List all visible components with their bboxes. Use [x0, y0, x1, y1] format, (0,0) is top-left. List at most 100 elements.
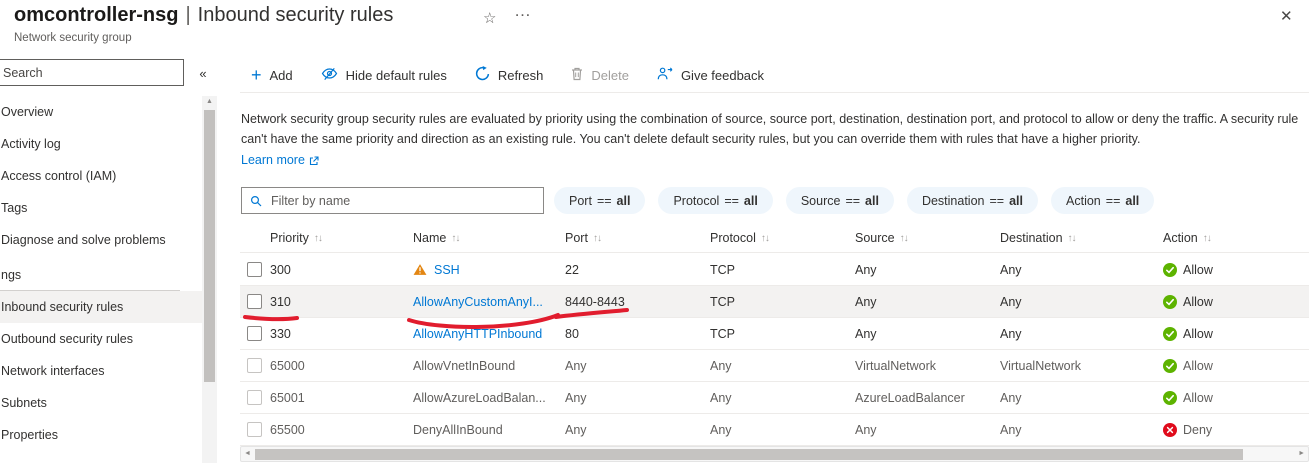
rule-name-link: AllowAzureLoadBalan... [413, 391, 546, 405]
column-header-label: Source [855, 231, 895, 245]
sidebar-collapse-icon[interactable]: « [191, 62, 215, 84]
hide-default-rules-button[interactable]: Hide default rules [310, 62, 458, 89]
scrollbar-up-icon[interactable]: ▲ [202, 98, 217, 105]
azure-nsg-inbound-rules-page: omcontroller-nsg|Inbound security rules … [0, 0, 1309, 463]
column-header-label: Destination [1000, 231, 1063, 245]
sidebar-item-properties[interactable]: Properties [0, 419, 202, 451]
action-label: Allow [1183, 263, 1213, 277]
name-filter-box[interactable] [241, 187, 544, 214]
delete-button[interactable]: Delete [560, 62, 640, 89]
sidebar-item-activity-log[interactable]: Activity log [0, 128, 202, 160]
horizontal-scrollbar-thumb[interactable] [255, 449, 1243, 460]
scrollbar-left-icon[interactable]: ◄ [244, 450, 251, 457]
toolbar-divider [240, 92, 1309, 93]
rule-name-link[interactable]: AllowAnyHTTPInbound [413, 327, 542, 341]
name-cell: AllowVnetInBound [413, 359, 565, 373]
port-cell: Any [565, 359, 710, 373]
pill-field: Action [1066, 194, 1101, 208]
destination-cell: Any [1000, 423, 1163, 437]
description-text: Network security group security rules ar… [241, 112, 1298, 146]
protocol-cell: Any [710, 423, 855, 437]
pill-operator: == [724, 194, 739, 208]
port-cell: 8440-8443 [565, 295, 710, 309]
row-checkbox[interactable] [247, 262, 262, 277]
action-cell: Allow [1163, 263, 1309, 277]
filter-pill-source[interactable]: Source==all [786, 187, 894, 214]
eye-slash-icon [321, 67, 338, 84]
column-header-priority[interactable]: Priority↑↓ [270, 231, 413, 245]
sidebar-item-tags[interactable]: Tags [0, 192, 202, 224]
filter-pill-protocol[interactable]: Protocol==all [658, 187, 772, 214]
add-button[interactable]: +Add [240, 63, 304, 88]
column-header-action[interactable]: Action↑↓ [1163, 231, 1309, 245]
protocol-cell: Any [710, 359, 855, 373]
learn-more-link[interactable]: Learn more [241, 151, 319, 171]
row-checkbox[interactable] [247, 390, 262, 405]
row-checkbox[interactable] [247, 326, 262, 341]
action-label: Allow [1183, 327, 1213, 341]
name-filter-input[interactable] [269, 193, 535, 209]
column-header-protocol[interactable]: Protocol↑↓ [710, 231, 855, 245]
protocol-cell: Any [710, 391, 855, 405]
column-header-source[interactable]: Source↑↓ [855, 231, 1000, 245]
rule-name-link[interactable]: SSH [434, 263, 460, 277]
filter-pill-port[interactable]: Port==all [554, 187, 645, 214]
checkbox-cell [247, 390, 270, 405]
priority-cell: 65000 [270, 359, 413, 373]
horizontal-scrollbar[interactable]: ◄ ► [240, 446, 1309, 462]
filter-pill-action[interactable]: Action==all [1051, 187, 1154, 214]
action-cell: Allow [1163, 359, 1309, 373]
sidebar-item-overview[interactable]: Overview [0, 96, 202, 128]
allow-icon [1163, 327, 1177, 341]
plus-icon: + [251, 69, 262, 81]
filter-row: Port==all Protocol==all Source==all Destina… [241, 187, 1309, 214]
source-cell: Any [855, 295, 1000, 309]
sidebar-search-input[interactable] [0, 59, 184, 86]
row-checkbox[interactable] [247, 358, 262, 373]
sidebar-item-diagnose-and-solve-problems[interactable]: Diagnose and solve problems [0, 224, 202, 256]
refresh-button[interactable]: Refresh [464, 61, 555, 89]
sidebar: « OverviewActivity logAccess control (IA… [0, 0, 232, 463]
table-row-65000: 65000AllowVnetInBoundAnyAnyVirtualNetwor… [240, 350, 1309, 382]
filter-pill-destination[interactable]: Destination==all [907, 187, 1038, 214]
command-bar: +AddHide default rulesRefreshDeleteGive … [240, 58, 775, 92]
rule-name-link[interactable]: AllowAnyCustomAnyI... [413, 295, 543, 309]
refresh-icon [475, 66, 490, 84]
sidebar-scrollbar[interactable]: ▲ [202, 96, 217, 463]
protocol-cell: TCP [710, 295, 855, 309]
destination-cell: Any [1000, 327, 1163, 341]
give-feedback-button[interactable]: Give feedback [646, 62, 775, 88]
sidebar-scrollbar-thumb[interactable] [204, 110, 215, 382]
table-row-65001: 65001AllowAzureLoadBalan...AnyAnyAzureLo… [240, 382, 1309, 414]
name-cell: DenyAllInBound [413, 423, 565, 437]
sidebar-item-subnets[interactable]: Subnets [0, 387, 202, 419]
column-header-label: Priority [270, 231, 309, 245]
action-label: Allow [1183, 391, 1213, 405]
name-cell: AllowAnyCustomAnyI... [413, 295, 565, 309]
sidebar-section-wrap: ngs [0, 260, 180, 291]
sidebar-item-access-control-iam[interactable]: Access control (IAM) [0, 160, 202, 192]
main-content: +AddHide default rulesRefreshDeleteGive … [240, 0, 1309, 463]
table-header-row: Priority↑↓Name↑↓Port↑↓Protocol↑↓Source↑↓… [240, 224, 1309, 253]
destination-cell: Any [1000, 391, 1163, 405]
column-header-name[interactable]: Name↑↓ [413, 231, 565, 245]
sort-arrows-icon: ↑↓ [593, 233, 601, 244]
scrollbar-right-icon[interactable]: ► [1298, 450, 1305, 457]
column-header-label: Action [1163, 231, 1198, 245]
pill-field: Port [569, 194, 592, 208]
action-cell: Allow [1163, 295, 1309, 309]
column-header-destination[interactable]: Destination↑↓ [1000, 231, 1163, 245]
action-label: Deny [1183, 423, 1212, 437]
allow-icon [1163, 391, 1177, 405]
sidebar-item-outbound-security-rules[interactable]: Outbound security rules [0, 323, 202, 355]
priority-cell: 330 [270, 327, 413, 341]
pill-operator: == [845, 194, 860, 208]
row-checkbox[interactable] [247, 422, 262, 437]
warning-icon [413, 263, 427, 277]
sidebar-item-network-interfaces[interactable]: Network interfaces [0, 355, 202, 387]
priority-cell: 300 [270, 263, 413, 277]
column-header-port[interactable]: Port↑↓ [565, 231, 710, 245]
source-cell: Any [855, 327, 1000, 341]
sidebar-item-inbound-security-rules[interactable]: Inbound security rules [0, 291, 202, 323]
row-checkbox[interactable] [247, 294, 262, 309]
